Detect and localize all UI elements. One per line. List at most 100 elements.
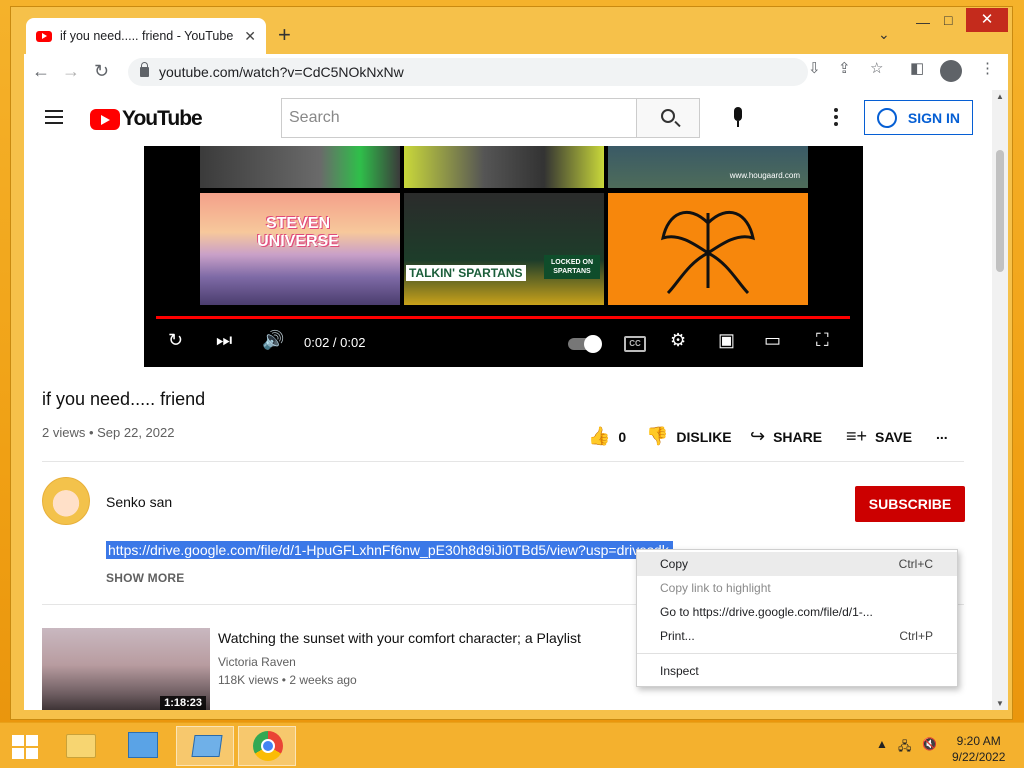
folder-icon — [66, 734, 96, 758]
clock-time: 9:20 AM — [956, 734, 1001, 748]
window-close-button[interactable]: ✕ — [966, 8, 1008, 32]
show-hidden-icons-icon[interactable]: ▲ — [876, 737, 888, 751]
save-button[interactable]: ≡+ SAVE — [846, 426, 912, 447]
autoplay-toggle[interactable] — [568, 335, 602, 353]
context-menu-print[interactable]: Print... Ctrl+P — [637, 624, 957, 648]
divider — [42, 461, 964, 462]
menu-item-shortcut: Ctrl+C — [898, 557, 933, 571]
description-link[interactable]: https://drive.google.com/file/d/1-HpuGFL… — [106, 541, 673, 559]
replay-icon[interactable]: ↻ — [168, 330, 183, 351]
context-menu-copy[interactable]: Copy Ctrl+C — [637, 552, 957, 576]
video-title: if you need..... friend — [42, 389, 206, 409]
recommendation-channel[interactable]: Victoria Raven — [218, 655, 296, 669]
channel-avatar[interactable] — [42, 477, 90, 525]
show-more-button[interactable]: SHOW MORE — [106, 571, 184, 585]
volume-muted-icon[interactable]: 🔇 — [922, 737, 937, 751]
search-placeholder: Search — [289, 109, 340, 126]
miniplayer-icon[interactable]: ▣ — [718, 330, 735, 351]
taskbar-chrome[interactable] — [238, 726, 296, 766]
reload-icon[interactable]: ↻ — [94, 61, 109, 82]
endscreen-thumbnail-steven-universe[interactable]: STEVEN UNIVERSE — [200, 193, 400, 305]
dislike-button[interactable]: 👎 DISLIKE — [646, 426, 732, 447]
captions-icon[interactable]: CC — [624, 336, 646, 352]
clock-date: 9/22/2022 — [952, 750, 1006, 764]
endscreen-thumbnail-talkin-spartans[interactable]: TALKIN' SPARTANS LOCKED ON SPARTANS — [404, 193, 604, 305]
thumbs-down-icon: 👎 — [646, 426, 669, 446]
control-panel-icon — [128, 732, 158, 758]
search-button[interactable] — [636, 98, 700, 138]
menu-item-label: Copy — [660, 557, 689, 571]
menu-separator — [637, 653, 957, 654]
volume-icon[interactable]: 🔊 — [262, 330, 284, 351]
minimize-button[interactable]: — — [916, 14, 930, 30]
endscreen-thumbnail-scenic[interactable]: www.hougaard.com — [608, 146, 808, 188]
windows-start-icon[interactable] — [12, 735, 38, 759]
browser-menu-icon[interactable]: ⋮ — [980, 59, 995, 77]
duration-badge: 1:18:23 — [160, 696, 206, 710]
endscreen-thumbnail-orange-art[interactable] — [608, 193, 808, 305]
scroll-up-icon[interactable]: ▲ — [996, 92, 1004, 101]
lock-icon — [140, 62, 149, 77]
taskbar-window-app[interactable] — [176, 726, 234, 766]
settings-kebab-icon[interactable] — [834, 108, 838, 129]
share-label: SHARE — [773, 428, 823, 445]
forward-arrow-icon[interactable]: → — [62, 61, 80, 82]
fullscreen-icon[interactable]: ⛶ — [816, 330, 829, 351]
video-progress-bar[interactable] — [156, 316, 850, 319]
install-icon[interactable]: ⇩ — [808, 59, 821, 77]
address-bar-url: youtube.com/watch?v=CdC5NOkNxNw — [159, 64, 404, 80]
maximize-button[interactable]: □ — [944, 12, 952, 28]
search-input[interactable]: Search — [281, 98, 637, 138]
menu-item-label: Copy link to highlight — [660, 581, 771, 595]
tab-close-icon[interactable]: ✕ — [244, 28, 256, 45]
video-player[interactable]: www.hougaard.com STEVEN UNIVERSE TALKIN'… — [144, 146, 863, 367]
recommendation-title[interactable]: Watching the sunset with your comfort ch… — [218, 630, 581, 646]
endscreen-thumbnail-xbox[interactable] — [404, 146, 604, 188]
context-menu-inspect[interactable]: Inspect — [637, 659, 957, 683]
steven-universe-title: STEVEN UNIVERSE — [257, 215, 339, 250]
network-icon[interactable]: 🖧 — [898, 737, 911, 758]
back-arrow-icon[interactable]: ← — [32, 61, 50, 82]
youtube-logo[interactable]: YouTube — [90, 107, 203, 131]
scrollbar-thumb[interactable] — [996, 150, 1004, 272]
endscreen-thumbnail-man[interactable] — [200, 146, 400, 188]
subscribe-button[interactable]: SUBSCRIBE — [855, 486, 965, 522]
share-button[interactable]: ↪ SHARE — [750, 426, 822, 447]
recommendation-thumbnail[interactable]: 1:18:23 — [42, 628, 210, 710]
scroll-down-icon[interactable]: ▼ — [996, 699, 1004, 708]
system-clock[interactable]: 9:20 AM 9/22/2022 — [952, 733, 1005, 765]
taskbar-file-explorer[interactable] — [52, 726, 110, 766]
tab-search-chevron-icon[interactable]: ⌄ — [878, 26, 890, 43]
profile-avatar-icon[interactable] — [940, 60, 962, 82]
context-menu-go-to-link[interactable]: Go to https://drive.google.com/file/d/1-… — [637, 600, 957, 624]
new-tab-button[interactable]: + — [278, 24, 291, 46]
next-video-icon[interactable]: ⏭ — [216, 330, 232, 351]
settings-gear-icon[interactable]: ⚙ — [670, 330, 686, 351]
ornament-art-icon — [661, 210, 755, 295]
context-menu-copy-link-to-highlight[interactable]: Copy link to highlight — [637, 576, 957, 600]
talkin-spartans-label: TALKIN' SPARTANS — [406, 265, 526, 281]
sign-in-button[interactable]: SIGN IN — [864, 100, 973, 135]
youtube-favicon-icon — [36, 30, 52, 42]
chrome-icon — [253, 731, 283, 761]
window-app-icon — [191, 735, 223, 757]
channel-name[interactable]: Senko san — [106, 494, 172, 510]
sign-in-label: SIGN IN — [907, 109, 960, 126]
like-button[interactable]: 👍 0 — [588, 426, 626, 447]
address-bar[interactable]: youtube.com/watch?v=CdC5NOkNxNw — [128, 58, 808, 86]
theater-mode-icon[interactable]: ▭ — [764, 330, 781, 351]
browser-toolbar: ← → ↻ youtube.com/watch?v=CdC5NOkNxNw ⇩ … — [24, 54, 1008, 90]
account-icon — [877, 108, 897, 128]
hamburger-menu-icon[interactable] — [45, 110, 63, 128]
playlist-add-icon: ≡+ — [846, 426, 868, 446]
taskbar: ▲ 🖧 🔇 9:20 AM 9/22/2022 — [0, 722, 1024, 768]
save-label: SAVE — [875, 428, 913, 445]
browser-tab[interactable]: if you need..... friend - YouTube ✕ — [26, 18, 266, 54]
taskbar-control-panel[interactable] — [114, 726, 172, 766]
side-panel-icon[interactable]: ◧ — [910, 59, 924, 77]
more-actions-button[interactable]: ... — [936, 426, 948, 442]
share-page-icon[interactable]: ⇪ — [838, 59, 851, 77]
microphone-icon — [734, 107, 742, 121]
voice-search-button[interactable] — [721, 102, 755, 136]
bookmark-star-icon[interactable]: ☆ — [870, 59, 883, 77]
